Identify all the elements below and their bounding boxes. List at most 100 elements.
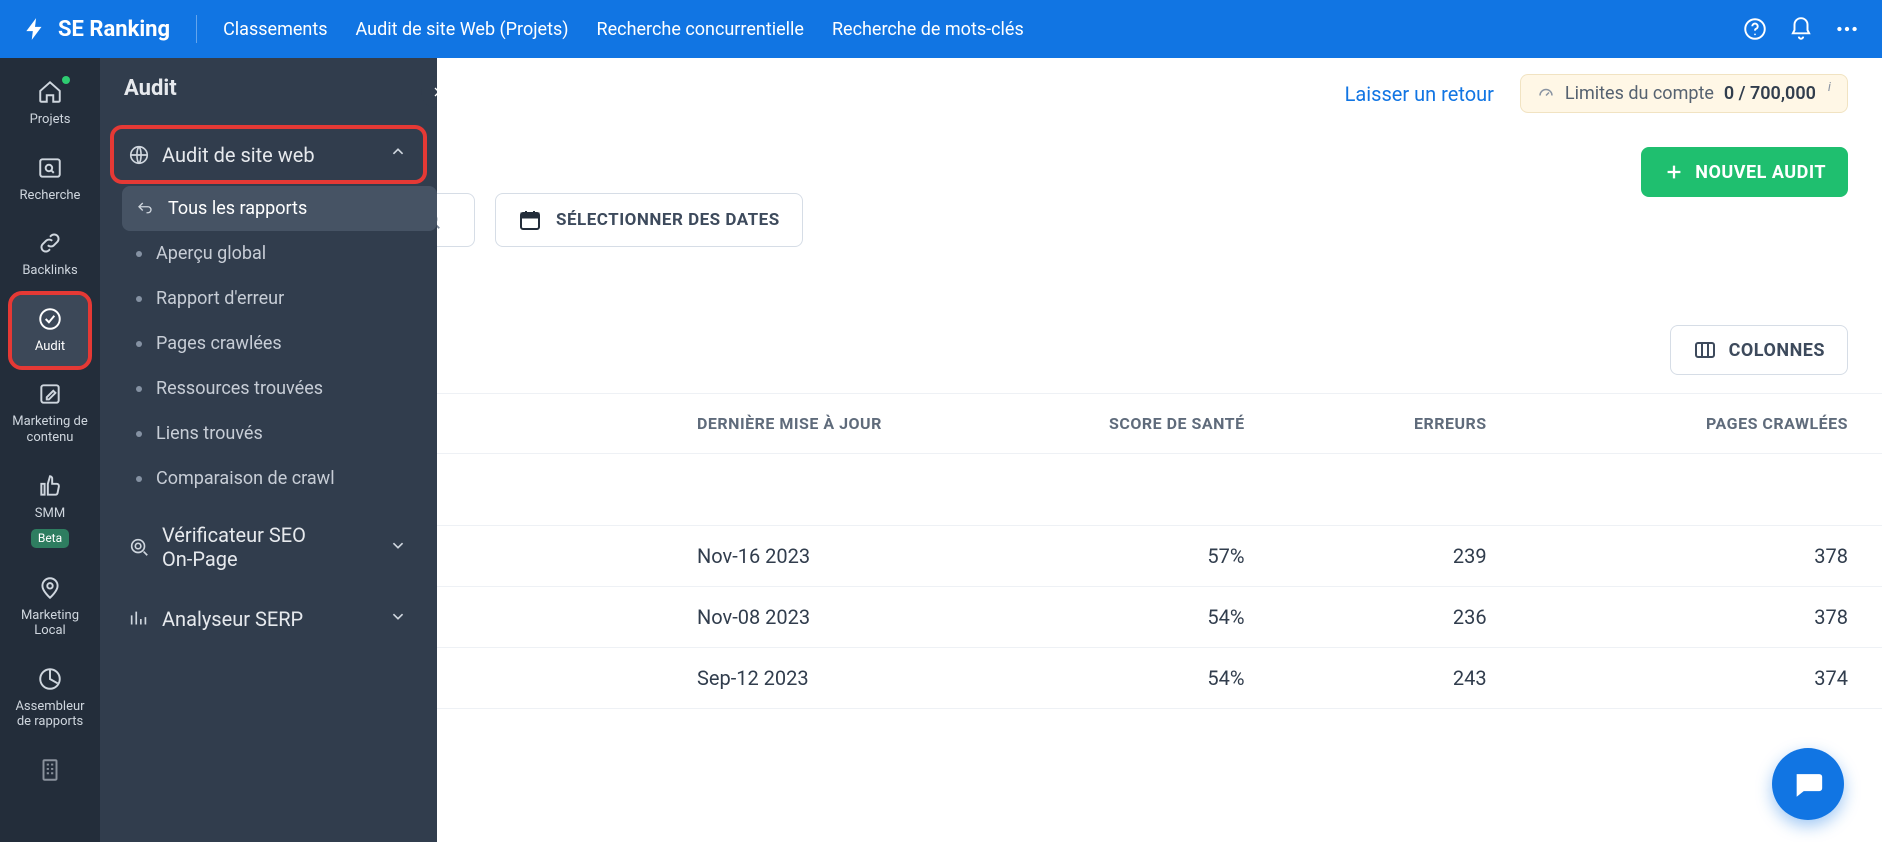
active-dot-icon — [62, 76, 70, 84]
sub-label: Comparaison de crawl — [156, 468, 335, 489]
top-header: SE Ranking Classements Audit de site Web… — [0, 0, 1882, 58]
group-audit-site-web[interactable]: Audit de site web — [114, 129, 423, 180]
pie-chart-icon — [36, 665, 64, 693]
gauge-icon — [1537, 85, 1555, 103]
panel-title-text: Audit — [124, 76, 177, 101]
col-last-update[interactable]: DERNIÈRE MISE À JOUR — [437, 394, 928, 454]
col-health[interactable]: SCORE DE SANTÉ — [928, 394, 1278, 454]
group-label: Audit de site web — [162, 143, 315, 167]
brand-name: SE Ranking — [58, 17, 170, 42]
sub-rapport-erreur[interactable]: Rapport d'erreur — [122, 276, 437, 321]
rail-smm[interactable]: SMM Beta — [12, 462, 88, 560]
rail-audit[interactable]: Audit — [12, 295, 88, 367]
sub-label: Liens trouvés — [156, 423, 263, 444]
sub-label: Pages crawlées — [156, 333, 282, 354]
table-row[interactable]: Nov-08 2023 54% 236 378 — [437, 587, 1882, 648]
more-icon[interactable] — [1834, 16, 1860, 42]
columns-icon — [1693, 338, 1717, 362]
bullet-icon — [136, 476, 142, 482]
sub-label: Rapport d'erreur — [156, 288, 284, 309]
table-row-blank — [437, 454, 1882, 526]
sub-liens-trouves[interactable]: Liens trouvés — [122, 411, 437, 456]
rail-projets[interactable]: Projets — [12, 68, 88, 140]
cell-update: Nov-16 2023 — [437, 526, 928, 587]
edit-icon — [36, 380, 64, 408]
nav-recherche-mots-cles[interactable]: Recherche de mots-clés — [832, 19, 1024, 40]
date-picker-button[interactable]: SÉLECTIONNER DES DATES — [495, 193, 803, 247]
bullet-icon — [136, 386, 142, 392]
brand-logo[interactable]: SE Ranking — [22, 16, 170, 42]
col-pages[interactable]: PAGES CRAWLÉES — [1521, 394, 1882, 454]
building-icon — [36, 756, 64, 784]
cell-pages: 374 — [1521, 648, 1882, 709]
rail-marketing-contenu[interactable]: Marketing de contenu — [12, 370, 88, 457]
sub-pages-crawlees[interactable]: Pages crawlées — [122, 321, 437, 366]
rail-label: Backlinks — [22, 263, 77, 279]
chat-bubble-button[interactable] — [1772, 748, 1844, 820]
top-strip: Laisser un retour Limites du compte 0 / … — [437, 58, 1882, 113]
calendar-icon — [518, 208, 542, 232]
nav-recherche-concurrentielle[interactable]: Recherche concurrentielle — [597, 19, 804, 40]
rail-label: Assembleur de rapports — [12, 699, 88, 730]
sub-label: Tous les rapports — [168, 198, 307, 219]
pin-icon — [36, 574, 64, 602]
rail-marketing-local[interactable]: Marketing Local — [12, 564, 88, 651]
cell-errors: 243 — [1279, 648, 1521, 709]
rail-label: Recherche — [20, 188, 81, 204]
cell-update: Sep-12 2023 — [437, 648, 928, 709]
sub-tous-les-rapports[interactable]: Tous les rapports — [122, 186, 437, 231]
left-rail: Projets Recherche Backlinks Audit Market… — [0, 58, 100, 842]
rail-backlinks[interactable]: Backlinks — [12, 219, 88, 291]
side-panel: Audit Audit de site web Tous les rapport… — [100, 58, 437, 842]
columns-bar: COLONNES — [437, 325, 1882, 393]
action-bar: NOUVEL AUDIT — [437, 113, 1882, 197]
divider — [196, 15, 197, 43]
limits-value: 0 / 700,000 — [1724, 83, 1816, 104]
beta-badge: Beta — [31, 529, 69, 547]
rail-assembleur[interactable]: Assembleur de rapports — [12, 655, 88, 742]
notifications-icon[interactable] — [1788, 16, 1814, 42]
cell-errors: 239 — [1279, 526, 1521, 587]
table-row[interactable]: Nov-16 2023 57% 239 378 — [437, 526, 1882, 587]
feedback-link[interactable]: Laisser un retour — [1345, 82, 1494, 106]
rail-recherche[interactable]: Recherche — [12, 144, 88, 216]
col-errors[interactable]: ERREURS — [1279, 394, 1521, 454]
rail-extra[interactable] — [12, 746, 88, 796]
chevron-down-icon — [387, 534, 409, 561]
cell-pages: 378 — [1521, 587, 1882, 648]
group-verificateur-seo[interactable]: Vérificateur SEO On-Page — [114, 511, 423, 583]
new-audit-button[interactable]: NOUVEL AUDIT — [1641, 147, 1848, 197]
group-analyseur-serp[interactable]: Analyseur SERP — [114, 593, 423, 644]
bullet-icon — [136, 296, 142, 302]
rail-label: Marketing de contenu — [12, 414, 88, 445]
cell-update: Nov-08 2023 — [437, 587, 928, 648]
sub-apercu-global[interactable]: Aperçu global — [122, 231, 437, 276]
chevron-up-icon — [387, 141, 409, 168]
thumbs-up-icon — [36, 472, 64, 500]
cell-health: 54% — [928, 648, 1278, 709]
search-input[interactable] — [437, 193, 475, 247]
account-limits-badge[interactable]: Limites du compte 0 / 700,000 i — [1520, 74, 1848, 113]
check-circle-icon — [36, 305, 64, 333]
sub-label: Ressources trouvées — [156, 378, 323, 399]
chevron-down-icon — [387, 605, 409, 632]
cell-health: 54% — [928, 587, 1278, 648]
top-nav: Classements Audit de site Web (Projets) … — [223, 19, 1024, 40]
sub-ressources-trouvees[interactable]: Ressources trouvées — [122, 366, 437, 411]
columns-button[interactable]: COLONNES — [1670, 325, 1848, 375]
target-search-icon — [128, 536, 150, 558]
nav-audit-projets[interactable]: Audit de site Web (Projets) — [356, 19, 569, 40]
info-icon: i — [1828, 80, 1831, 95]
filters-row: SÉLECTIONNER DES DATES — [437, 193, 1882, 269]
rail-label: Projets — [30, 112, 71, 128]
help-icon[interactable] — [1742, 16, 1768, 42]
nav-classements[interactable]: Classements — [223, 19, 327, 40]
new-audit-label: NOUVEL AUDIT — [1695, 162, 1826, 183]
search-icon — [437, 209, 442, 231]
bullet-icon — [136, 341, 142, 347]
group-label: Analyseur SERP — [162, 607, 303, 631]
cell-pages: 378 — [1521, 526, 1882, 587]
plus-icon — [1663, 161, 1685, 183]
table-row[interactable]: Sep-12 2023 54% 243 374 — [437, 648, 1882, 709]
sub-comparaison-crawl[interactable]: Comparaison de crawl — [122, 456, 437, 501]
